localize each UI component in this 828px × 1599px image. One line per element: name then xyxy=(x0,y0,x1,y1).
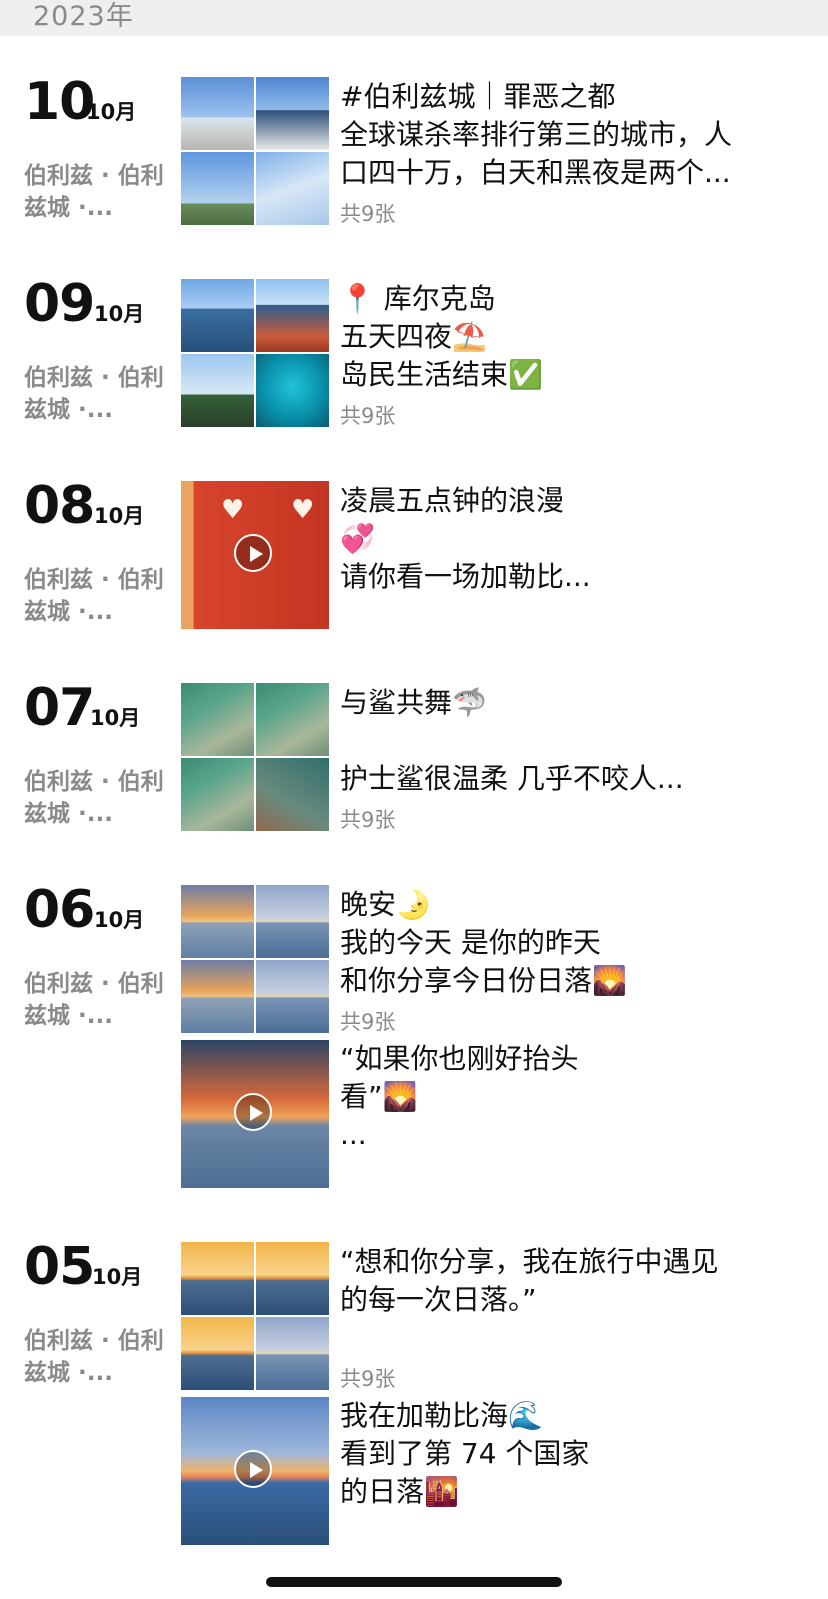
photo-thumb[interactable] xyxy=(256,758,329,831)
entry-line: ... xyxy=(340,1118,367,1151)
photo-thumb[interactable] xyxy=(181,1317,254,1390)
entry-text[interactable]: 凌晨五点钟的浪漫 💞 请你看一场加勒比... xyxy=(340,482,800,596)
entry-line: 护士鲨很温柔 几乎不咬人... xyxy=(340,762,684,795)
heart-icon: ♥ xyxy=(221,495,245,525)
entry-month: 10月 xyxy=(92,1265,143,1289)
entry-text[interactable]: 晚安🌛 我的今天 是你的昨天 和你分享今日份日落🌄 xyxy=(340,886,800,1000)
entry-text[interactable]: #伯利兹城｜罪恶之都 全球谋杀率排行第三的城市，人 口四十万，白天和黑夜是两个.… xyxy=(340,78,800,192)
entry-day: 07 xyxy=(24,678,95,738)
photo-grid[interactable] xyxy=(181,279,329,427)
photo-thumb[interactable] xyxy=(181,354,254,427)
entry-line: 口四十万，白天和黑夜是两个... xyxy=(340,156,731,189)
home-indicator[interactable] xyxy=(266,1577,562,1587)
photo-thumb[interactable] xyxy=(181,152,254,225)
photo-thumb[interactable] xyxy=(181,77,254,150)
moment-entry[interactable]: 10 10月 伯利兹 · 伯利兹城 ·... #伯利兹城｜罪恶之都 全球谋杀率排… xyxy=(0,76,828,236)
entry-line: 看”🌄 xyxy=(340,1080,418,1113)
photo-thumb[interactable] xyxy=(181,960,254,1033)
entry-location[interactable]: 伯利兹 · 伯利兹城 ·... xyxy=(24,1325,164,1389)
entry-line: 岛民生活结束✅ xyxy=(340,358,543,391)
photo-count: 共9张 xyxy=(340,808,396,832)
entry-line: 全球谋杀率排行第三的城市，人 xyxy=(340,118,733,151)
entry-location[interactable]: 伯利兹 · 伯利兹城 ·... xyxy=(24,564,164,628)
entry-day: 05 xyxy=(24,1237,95,1297)
play-icon[interactable] xyxy=(234,534,272,572)
entry-line: 的每一次日落。” xyxy=(340,1283,537,1316)
photo-thumb[interactable] xyxy=(181,279,254,352)
entry-text[interactable]: 与鲨共舞🦈 护士鲨很温柔 几乎不咬人... xyxy=(340,684,800,798)
photo-thumb[interactable] xyxy=(256,683,329,756)
moment-entry[interactable]: 07 10月 伯利兹 · 伯利兹城 ·... 与鲨共舞🦈 护士鲨很温柔 几乎不咬… xyxy=(0,682,828,842)
video-thumb[interactable] xyxy=(181,1397,329,1545)
photo-grid[interactable] xyxy=(181,77,329,225)
entry-month: 10月 xyxy=(90,706,141,730)
entry-location[interactable]: 伯利兹 · 伯利兹城 ·... xyxy=(24,362,164,426)
entry-month: 10月 xyxy=(94,504,145,528)
entry-day: 10 xyxy=(24,72,95,132)
photo-grid[interactable] xyxy=(181,885,329,1033)
entry-location[interactable]: 伯利兹 · 伯利兹城 ·... xyxy=(24,968,164,1032)
entry-line: 我在加勒比海🌊 xyxy=(340,1399,543,1432)
entry-line: 与鲨共舞🦈 xyxy=(340,686,487,719)
moment-entry[interactable]: 09 10月 伯利兹 · 伯利兹城 ·... 📍 库尔克岛 五天四夜⛱️ 岛民生… xyxy=(0,278,828,438)
entry-text[interactable]: “如果你也刚好抬头 看”🌄 ... xyxy=(340,1040,800,1154)
play-icon[interactable] xyxy=(234,1093,272,1131)
entry-location[interactable]: 伯利兹 · 伯利兹城 ·... xyxy=(24,766,164,830)
photo-thumb[interactable] xyxy=(256,885,329,958)
entry-day: 06 xyxy=(24,880,95,940)
photo-thumb[interactable] xyxy=(181,885,254,958)
entry-line: 晚安🌛 xyxy=(340,888,431,921)
entry-location[interactable]: 伯利兹 · 伯利兹城 ·... xyxy=(24,160,164,224)
photo-thumb[interactable] xyxy=(256,152,329,225)
photo-thumb[interactable] xyxy=(256,354,329,427)
photo-count: 共9张 xyxy=(340,202,396,226)
entry-line: #伯利兹城｜罪恶之都 xyxy=(340,80,616,113)
entry-day: 09 xyxy=(24,274,95,334)
photo-thumb[interactable] xyxy=(181,683,254,756)
photo-thumb[interactable] xyxy=(256,1242,329,1315)
photo-count: 共9张 xyxy=(340,1367,396,1391)
year-header: 2023年 xyxy=(0,0,828,36)
entry-line: 请你看一场加勒比... xyxy=(340,560,591,593)
photo-thumb[interactable] xyxy=(256,1317,329,1390)
entry-text[interactable]: “想和你分享，我在旅行中遇见 的每一次日落。” xyxy=(340,1243,800,1319)
entry-line: 凌晨五点钟的浪漫 xyxy=(340,484,565,517)
entry-line xyxy=(340,722,800,760)
heart-icon: ♥ xyxy=(291,495,315,525)
photo-grid[interactable] xyxy=(181,1242,329,1390)
photo-count: 共9张 xyxy=(340,1010,396,1034)
photo-thumb[interactable] xyxy=(181,1242,254,1315)
moment-entry[interactable]: 08 10月 伯利兹 · 伯利兹城 ·... ♥ ♥ 凌晨五点钟的浪漫 💞 请你… xyxy=(0,480,828,640)
entry-text[interactable]: 📍 库尔克岛 五天四夜⛱️ 岛民生活结束✅ xyxy=(340,280,800,394)
video-thumb[interactable]: ♥ ♥ xyxy=(181,481,329,629)
entry-line: 和你分享今日份日落🌄 xyxy=(340,964,627,997)
moment-entry[interactable]: 05 10月 伯利兹 · 伯利兹城 ·... “想和你分享，我在旅行中遇见 的每… xyxy=(0,1241,828,1561)
entry-line: 我的今天 是你的昨天 xyxy=(340,926,601,959)
photo-count: 共9张 xyxy=(340,404,396,428)
year-label: 2023年 xyxy=(33,1,134,32)
photo-grid[interactable] xyxy=(181,683,329,831)
entry-line: 看到了第 74 个国家 xyxy=(340,1437,590,1470)
video-thumb[interactable] xyxy=(181,1040,329,1188)
play-icon[interactable] xyxy=(234,1450,272,1488)
entry-text[interactable]: 我在加勒比海🌊 看到了第 74 个国家 的日落🌇 xyxy=(340,1397,800,1511)
entry-line: 💞 xyxy=(340,522,375,555)
photo-thumb[interactable] xyxy=(256,279,329,352)
entry-month: 10月 xyxy=(94,908,145,932)
entry-line: 📍 库尔克岛 xyxy=(340,282,496,315)
entry-day: 08 xyxy=(24,476,95,536)
moment-entry[interactable]: 06 10月 伯利兹 · 伯利兹城 ·... 晚安🌛 我的今天 是你的昨天 和你… xyxy=(0,884,828,1204)
photo-thumb[interactable] xyxy=(181,758,254,831)
entry-line: 的日落🌇 xyxy=(340,1475,459,1508)
entry-month: 10月 xyxy=(86,100,137,124)
entry-line: 五天四夜⛱️ xyxy=(340,320,487,353)
entry-line: “想和你分享，我在旅行中遇见 xyxy=(340,1245,719,1278)
photo-thumb[interactable] xyxy=(256,77,329,150)
photo-thumb[interactable] xyxy=(256,960,329,1033)
entry-line: “如果你也刚好抬头 xyxy=(340,1042,579,1075)
entry-month: 10月 xyxy=(94,302,145,326)
